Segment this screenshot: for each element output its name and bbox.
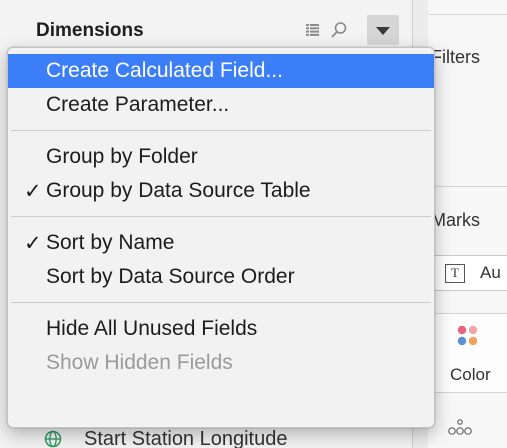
text-mark-icon: T [445,264,465,283]
menu-item-label: Hide All Unused Fields [46,317,258,340]
filters-title: Filters [431,47,480,67]
search-icon[interactable] [330,21,348,39]
chevron-down-icon [376,27,390,35]
mark-type-label: Au [480,263,501,282]
menu-item-group-by-folder[interactable]: Group by Folder [8,140,434,174]
menu-separator [11,216,431,217]
divider [429,14,507,15]
color-button[interactable]: Color [434,313,507,393]
divider [429,186,507,187]
checkmark-icon: ✓ [24,179,42,203]
mark-type-dropdown[interactable]: T Au [434,255,507,291]
globe-icon [44,430,62,448]
dimensions-title: Dimensions [36,20,144,41]
pane-menu-button[interactable] [367,15,399,45]
menu-item-label: Sort by Data Source Order [46,265,295,288]
color-label: Color [450,365,491,384]
menu-separator [11,302,431,303]
menu-item-label: Show Hidden Fields [46,351,233,374]
checkmark-icon: ✓ [24,231,42,255]
dimensions-context-menu: Create Calculated Field... Create Paramet… [7,47,435,428]
menu-item-sort-by-name[interactable]: ✓ Sort by Name [8,226,434,260]
menu-item-create-parameter[interactable]: Create Parameter... [8,88,434,122]
menu-item-label: Group by Data Source Table [46,179,311,202]
menu-item-sort-by-data-source-order[interactable]: Sort by Data Source Order [8,260,434,294]
menu-item-show-hidden-fields: Show Hidden Fields [8,346,434,380]
menu-item-label: Group by Folder [46,145,198,168]
list-view-icon[interactable] [306,24,319,36]
field-name: Start Station Longitude [84,427,288,448]
menu-separator [11,130,431,131]
field-item[interactable]: Start Station Longitude [44,428,287,448]
menu-item-label: Sort by Name [46,231,175,254]
menu-item-label: Create Parameter... [46,93,230,116]
menu-item-hide-all-unused-fields[interactable]: Hide All Unused Fields [8,312,434,346]
menu-item-group-by-data-source-table[interactable]: ✓ Group by Data Source Table [8,174,434,208]
color-icon [457,325,478,346]
size-icon[interactable] [447,416,473,438]
marks-title: Marks [431,210,480,230]
menu-item-label: Create Calculated Field... [46,59,283,82]
menu-item-create-calculated-field[interactable]: Create Calculated Field... [8,54,434,88]
